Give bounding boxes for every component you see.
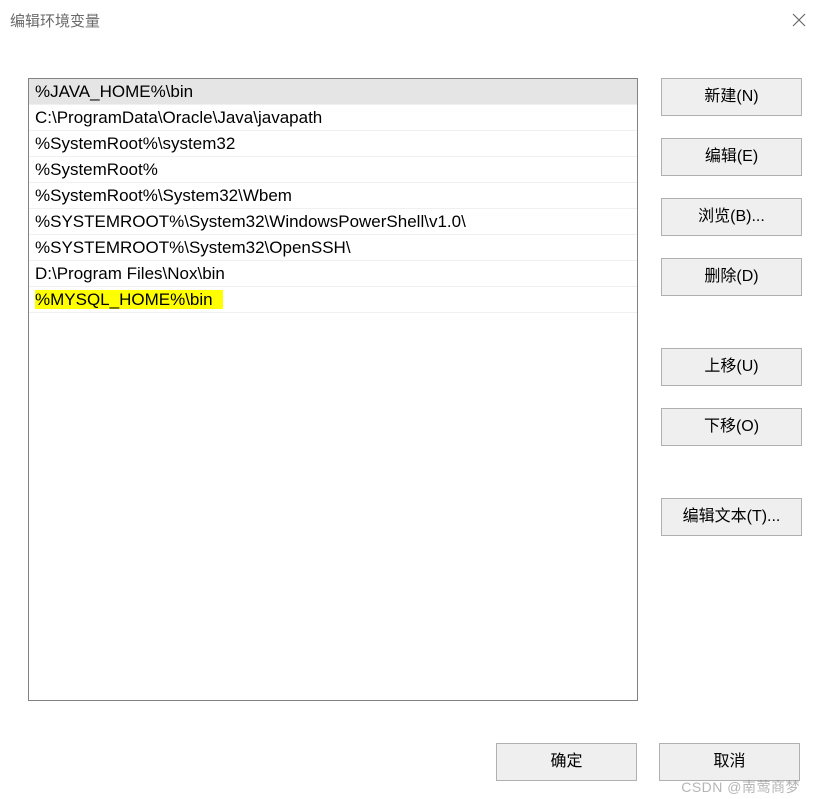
- list-item[interactable]: %SYSTEMROOT%\System32\WindowsPowerShell\…: [29, 209, 637, 235]
- list-item[interactable]: %SystemRoot%: [29, 157, 637, 183]
- list-item[interactable]: %SystemRoot%\System32\Wbem: [29, 183, 637, 209]
- close-icon: [792, 13, 806, 27]
- bottom-button-row: 确定 取消: [0, 743, 800, 781]
- close-button[interactable]: [776, 0, 822, 40]
- browse-button[interactable]: 浏览(B)...: [661, 198, 802, 236]
- list-item[interactable]: D:\Program Files\Nox\bin: [29, 261, 637, 287]
- edit-button[interactable]: 编辑(E): [661, 138, 802, 176]
- new-button[interactable]: 新建(N): [661, 78, 802, 116]
- list-item[interactable]: %SYSTEMROOT%\System32\OpenSSH\: [29, 235, 637, 261]
- move-down-button[interactable]: 下移(O): [661, 408, 802, 446]
- dialog-body: %JAVA_HOME%\binC:\ProgramData\Oracle\Jav…: [0, 40, 822, 799]
- list-item[interactable]: %JAVA_HOME%\bin: [29, 79, 637, 105]
- delete-button[interactable]: 删除(D): [661, 258, 802, 296]
- path-listbox[interactable]: %JAVA_HOME%\binC:\ProgramData\Oracle\Jav…: [28, 78, 638, 701]
- cancel-button[interactable]: 取消: [659, 743, 800, 781]
- edit-text-button[interactable]: 编辑文本(T)...: [661, 498, 802, 536]
- list-item[interactable]: C:\ProgramData\Oracle\Java\javapath: [29, 105, 637, 131]
- window-title: 编辑环境变量: [10, 10, 100, 31]
- titlebar: 编辑环境变量: [0, 0, 822, 40]
- ok-button[interactable]: 确定: [496, 743, 637, 781]
- list-item[interactable]: %MYSQL_HOME%\bin: [29, 287, 637, 313]
- side-button-column: 新建(N) 编辑(E) 浏览(B)... 删除(D) 上移(U) 下移(O) 编…: [661, 78, 802, 536]
- highlighted-text: %MYSQL_HOME%\bin: [35, 290, 223, 309]
- list-item[interactable]: %SystemRoot%\system32: [29, 131, 637, 157]
- move-up-button[interactable]: 上移(U): [661, 348, 802, 386]
